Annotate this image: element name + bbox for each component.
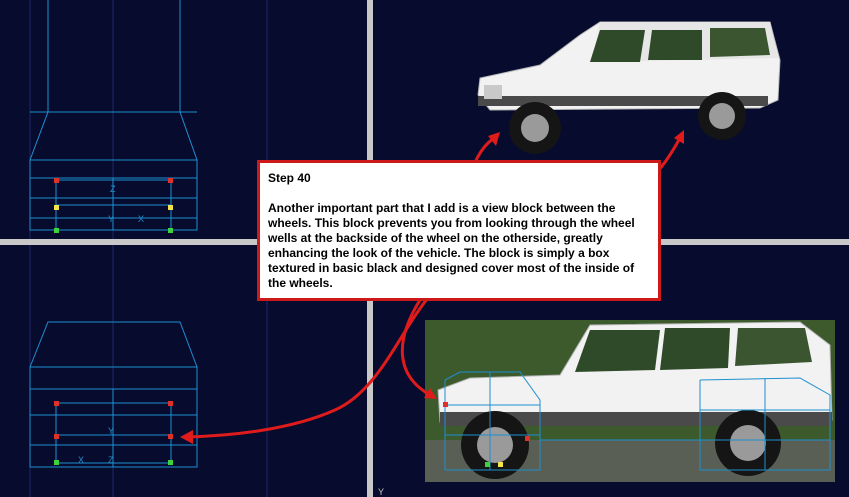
axis-x-label: X: [138, 214, 144, 224]
axis-x-label: X: [78, 455, 84, 465]
axis-z-label: Z: [108, 455, 114, 465]
note-title: Step 40: [268, 171, 311, 185]
axis-z-label: Z: [110, 184, 116, 194]
tutorial-note: Step 40 Another important part that I ad…: [257, 160, 661, 301]
axis-y-label: Y: [108, 426, 114, 436]
axis-y-label: Y: [378, 487, 384, 497]
axis-y-label: Y: [108, 214, 114, 224]
note-body: Another important part that I add is a v…: [268, 201, 635, 290]
